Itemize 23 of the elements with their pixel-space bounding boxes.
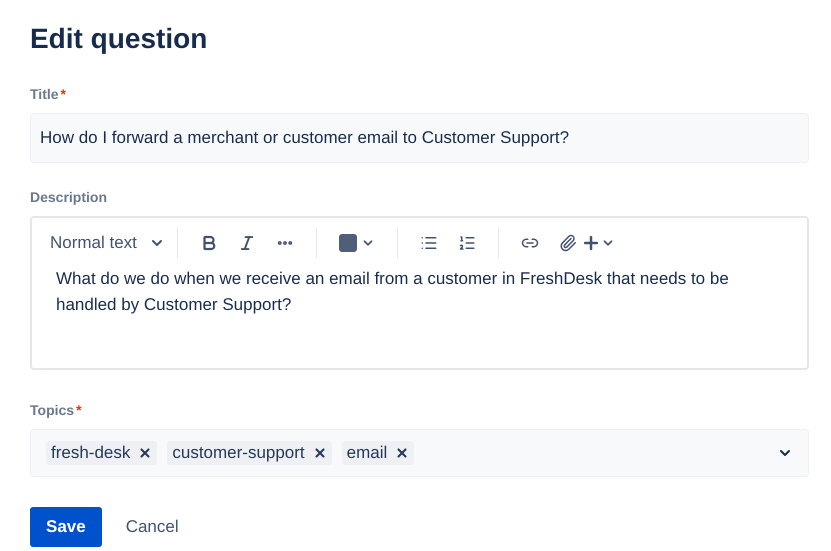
field-label: Topics xyxy=(30,401,74,420)
attachment-icon[interactable] xyxy=(558,234,577,252)
save-button[interactable]: Save xyxy=(30,507,102,547)
required-asterisk: * xyxy=(76,401,82,420)
bullet-list-icon[interactable] xyxy=(420,234,438,252)
page-heading: Edit question xyxy=(30,22,208,56)
description-editor[interactable]: Normal text What do we do when we receive an email from a customer in FreshDesk that needs to be handled by Customer Support? xyxy=(30,216,809,370)
remove-icon[interactable] xyxy=(312,446,327,460)
topics-field[interactable]: fresh-desk customer-support email xyxy=(30,429,809,477)
cancel-button[interactable]: Cancel xyxy=(110,507,195,547)
field-label: Description xyxy=(30,188,108,207)
description-text: What do we do when we receive an email from a customer in FreshDesk that needs to be handled by Customer Support? xyxy=(55,268,730,316)
remove-icon[interactable] xyxy=(395,446,410,460)
field-label: Title xyxy=(30,85,59,104)
numbered-list-icon[interactable] xyxy=(458,234,476,252)
required-asterisk: * xyxy=(60,85,66,104)
text-style-dropdown[interactable]: Normal text xyxy=(50,230,165,256)
topic-tag: email xyxy=(342,441,414,465)
color-swatch-icon xyxy=(338,234,357,252)
topic-tag: fresh-desk xyxy=(46,441,158,465)
remove-icon[interactable] xyxy=(138,446,152,460)
topic-tag: customer-support xyxy=(167,441,332,465)
title-field[interactable]: How do I forward a merchant or customer email to Customer Support? xyxy=(30,113,809,163)
